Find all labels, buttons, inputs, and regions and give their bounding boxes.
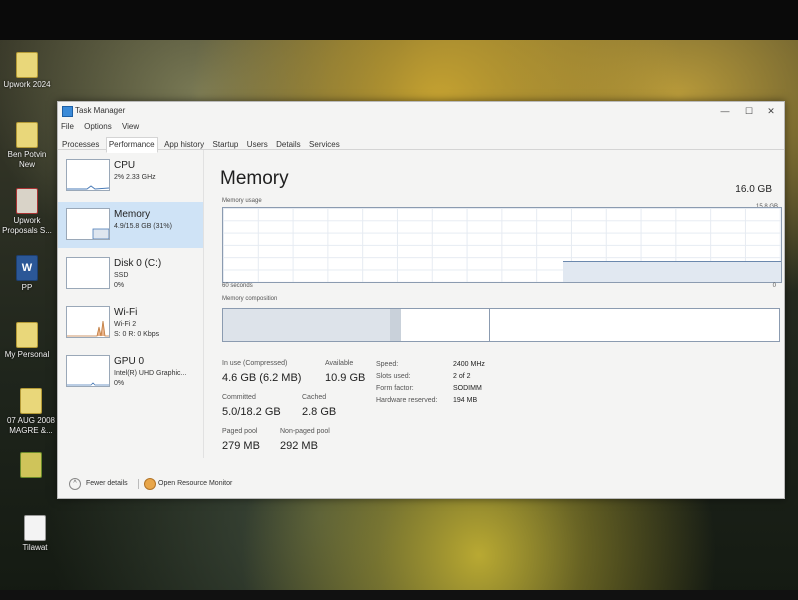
memory-panel: Memory 16.0 GB Memory usage 15.8 GB 60 s… — [218, 150, 782, 470]
minimize-button[interactable]: — — [714, 104, 736, 118]
sidebar-item-detail: S: 0 R: 0 Kbps — [114, 331, 160, 338]
task-manager-icon — [62, 106, 73, 117]
desktop-icon-upwork-2024[interactable]: Upwork 2024 — [0, 52, 54, 90]
menu-file[interactable]: File — [61, 120, 74, 134]
memory-usage-graph — [222, 207, 782, 283]
sidebar-item-detail: 2% 2.33 GHz — [114, 174, 156, 181]
composition-standby-divider — [489, 309, 490, 341]
sidebar-item-label: Wi-Fi — [114, 307, 138, 318]
open-resource-monitor-link[interactable]: Open Resource Monitor — [158, 480, 232, 487]
memory-mini-graph — [66, 208, 110, 240]
menu-bar: File Options View — [58, 120, 784, 134]
word-document-icon: W — [16, 255, 38, 281]
sidebar-item-label: Disk 0 (C:) — [114, 258, 162, 269]
memory-usage-area — [563, 261, 781, 282]
speed-value: 2400 MHz — [453, 361, 485, 368]
memory-composition-bar — [222, 308, 780, 342]
non-paged-pool-value: 292 MB — [280, 440, 318, 452]
desktop-icon-07-aug-2008[interactable]: 07 AUG 2008 MAGRE &... — [4, 388, 58, 436]
fewer-details-link[interactable]: Fewer details — [86, 480, 128, 487]
hardware-reserved-label: Hardware reserved: — [376, 397, 438, 404]
screen-bezel — [0, 0, 798, 44]
time-span-label: 60 seconds — [222, 283, 253, 289]
folder-icon — [16, 52, 38, 78]
cpu-sparkline — [67, 185, 110, 190]
sidebar-item-detail: Intel(R) UHD Graphic... — [114, 370, 187, 377]
desktop-icon-my-personal[interactable]: My Personal — [0, 322, 54, 360]
shortcut-icon — [20, 452, 42, 478]
sidebar-item-disk[interactable]: Disk 0 (C:) SSD 0% — [58, 251, 203, 297]
gpu-sparkline — [67, 382, 109, 386]
menu-view[interactable]: View — [122, 120, 139, 134]
sidebar-item-detail: SSD — [114, 272, 129, 279]
slots-used-label: Slots used: — [376, 373, 411, 380]
gpu-mini-graph — [66, 355, 110, 387]
cached-label: Cached — [302, 394, 327, 401]
wifi-sparkline — [67, 320, 109, 337]
media-file-icon — [24, 515, 46, 541]
memory-composition-label: Memory composition — [222, 296, 278, 302]
composition-modified — [390, 309, 401, 341]
committed-label: Committed — [222, 394, 256, 401]
disk-mini-graph — [66, 257, 110, 289]
non-paged-pool-label: Non-paged pool — [280, 428, 330, 435]
paged-pool-value: 279 MB — [222, 440, 260, 452]
desktop-icon-tilawat[interactable]: Tilawat — [8, 515, 62, 553]
wifi-mini-graph — [66, 306, 110, 338]
folder-icon — [20, 388, 42, 414]
resource-monitor-icon[interactable] — [144, 478, 156, 490]
sidebar-item-label: CPU — [114, 160, 136, 171]
tab-bar: Processes Performance App history Startu… — [58, 134, 784, 153]
folder-icon — [16, 322, 38, 348]
form-factor-value: SODIMM — [453, 385, 482, 392]
footer-bar: ^ Fewer details Open Resource Monitor — [58, 474, 784, 496]
title-bar[interactable]: Task Manager — ☐ ✕ — [58, 102, 784, 120]
sidebar-item-label: Memory — [114, 209, 151, 220]
sidebar-item-detail: 4.9/15.8 GB (31%) — [114, 223, 172, 230]
sidebar-item-cpu[interactable]: CPU 2% 2.33 GHz — [58, 153, 203, 199]
in-use-label: In use (Compressed) — [222, 360, 288, 367]
sidebar-item-wifi[interactable]: Wi-Fi Wi-Fi 2 S: 0 R: 0 Kbps — [58, 300, 203, 346]
sidebar-item-detail: 0% — [114, 380, 125, 387]
menu-options[interactable]: Options — [84, 120, 112, 134]
pdf-icon — [16, 188, 38, 214]
memory-usage-label: Memory usage — [222, 198, 262, 204]
speed-label: Speed: — [376, 361, 399, 368]
sidebar-item-label: GPU 0 — [114, 356, 145, 367]
chevron-up-icon[interactable]: ^ — [69, 478, 81, 490]
total-memory: 16.0 GB — [735, 184, 772, 195]
in-use-value: 4.6 GB (6.2 MB) — [222, 372, 302, 384]
maximize-button[interactable]: ☐ — [738, 104, 760, 118]
paged-pool-label: Paged pool — [222, 428, 258, 435]
desktop-icon-upwork-proposals[interactable]: Upwork Proposals S... — [0, 188, 54, 236]
hardware-reserved-value: 194 MB — [453, 397, 478, 404]
footer-divider — [138, 479, 139, 489]
taskbar-edge — [0, 590, 798, 600]
form-factor-label: Form factor: — [376, 385, 414, 392]
sidebar-item-gpu[interactable]: GPU 0 Intel(R) UHD Graphic... 0% — [58, 349, 203, 395]
window-title: Task Manager — [75, 106, 126, 115]
cached-value: 2.8 GB — [302, 406, 337, 418]
available-value: 10.9 GB — [325, 372, 366, 384]
memory-sparkline — [92, 228, 110, 240]
cpu-mini-graph — [66, 159, 110, 191]
desktop-icon-ben-potvin[interactable]: Ben Potvin New — [0, 122, 54, 170]
folder-icon — [16, 122, 38, 148]
performance-sidebar: CPU 2% 2.33 GHz Memory 4.9/15.8 GB (31%)… — [58, 150, 204, 458]
committed-value: 5.0/18.2 GB — [222, 406, 281, 418]
composition-in-use — [223, 309, 391, 341]
sidebar-item-detail: Wi-Fi 2 — [114, 321, 137, 328]
sidebar-item-memory[interactable]: Memory 4.9/15.8 GB (31%) — [58, 202, 203, 248]
available-label: Available — [325, 360, 354, 367]
desktop-icon-pp[interactable]: W PP — [0, 255, 54, 293]
desktop-icon-shortcut[interactable] — [4, 452, 58, 480]
slots-used-value: 2 of 2 — [453, 373, 471, 380]
task-manager-window: Task Manager — ☐ ✕ File Options View Pro… — [57, 101, 785, 499]
close-button[interactable]: ✕ — [760, 104, 782, 118]
time-end-label: 0 — [772, 283, 776, 289]
page-title: Memory — [220, 168, 289, 189]
sidebar-item-detail: 0% — [114, 282, 125, 289]
